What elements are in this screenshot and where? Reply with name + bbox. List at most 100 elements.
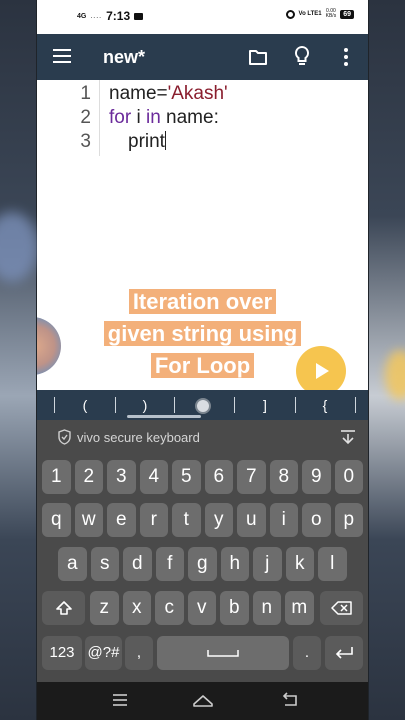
backspace-key[interactable] — [320, 591, 363, 625]
clock: 7:13 — [106, 9, 131, 23]
keyboard-collapse-icon[interactable] — [339, 429, 357, 445]
key-letter[interactable]: u — [237, 503, 266, 537]
shift-icon — [55, 601, 72, 615]
code-line-3[interactable]: print — [128, 130, 166, 154]
period-key[interactable]: . — [293, 636, 321, 670]
key-letter[interactable]: k — [285, 547, 314, 581]
backdrop-blur — [385, 350, 405, 400]
line-number: 2 — [80, 107, 91, 128]
shift-key[interactable] — [42, 591, 85, 625]
recent-apps-icon[interactable] — [111, 692, 129, 708]
key-letter[interactable]: f — [155, 547, 184, 581]
key-letter[interactable]: n — [252, 591, 281, 625]
battery-level: 69 — [340, 9, 354, 19]
key-letter[interactable]: y — [204, 503, 233, 537]
key-letter[interactable]: h — [220, 547, 249, 581]
key-letter[interactable]: x — [122, 591, 151, 625]
lightbulb-icon[interactable] — [292, 45, 312, 67]
key-number[interactable]: 1 — [42, 460, 71, 494]
code-keyword: for — [109, 107, 132, 128]
key-letter[interactable]: i — [269, 503, 298, 537]
key-number[interactable]: 9 — [302, 460, 331, 494]
cursor-handle[interactable] — [195, 398, 211, 414]
key-number[interactable]: 3 — [107, 460, 136, 494]
symbol-key[interactable]: ( — [65, 390, 105, 420]
keyboard-header: vivo secure keyboard — [37, 420, 368, 454]
code-text: i — [131, 107, 146, 128]
key-number[interactable]: 2 — [74, 460, 103, 494]
code-line-1[interactable]: name='Akash' — [109, 82, 228, 106]
caption-line: Iteration over — [37, 289, 368, 315]
code-text: print — [128, 131, 165, 152]
alarm-icon — [285, 9, 295, 19]
symbol-divider — [115, 397, 116, 413]
network-type: 4G — [77, 12, 87, 20]
key-letter[interactable]: q — [42, 503, 71, 537]
text-cursor — [164, 131, 166, 150]
space-icon — [207, 649, 239, 657]
key-letter[interactable]: b — [220, 591, 249, 625]
key-letter[interactable]: r — [139, 503, 168, 537]
space-key[interactable] — [157, 636, 289, 670]
key-number[interactable]: 6 — [204, 460, 233, 494]
key-letter[interactable]: o — [302, 503, 331, 537]
key-number[interactable]: 5 — [172, 460, 201, 494]
key-letter[interactable]: g — [188, 547, 217, 581]
shield-icon — [58, 429, 71, 445]
backspace-icon — [330, 601, 352, 615]
key-letter[interactable]: p — [334, 503, 363, 537]
backdrop-blur — [0, 212, 38, 282]
comma-key[interactable]: , — [125, 636, 153, 670]
numbers-key[interactable]: 123 — [42, 636, 82, 670]
more-options-icon[interactable] — [340, 46, 352, 68]
line-number: 1 — [80, 83, 91, 104]
code-line-2[interactable]: for i in name: — [109, 106, 219, 130]
symbol-divider — [174, 397, 175, 413]
key-letter[interactable]: a — [58, 547, 87, 581]
key-number[interactable]: 7 — [237, 460, 266, 494]
key-letter[interactable]: d — [123, 547, 152, 581]
app-toolbar: new* — [37, 34, 368, 80]
status-bar: 4G .... 7:13 Vo LTE1 0.00 KB/s 69 — [37, 0, 368, 34]
network-speed: 0.00 KB/s — [326, 9, 337, 19]
speed-unit: KB/s — [325, 13, 337, 19]
camera-icon — [134, 12, 144, 20]
key-letter[interactable]: c — [155, 591, 184, 625]
code-string: 'Akash' — [167, 83, 228, 104]
signal-dots: .... — [90, 12, 103, 20]
play-button[interactable] — [296, 346, 346, 396]
line-number: 3 — [80, 131, 91, 152]
symbol-divider — [295, 397, 296, 413]
key-number[interactable]: 8 — [269, 460, 298, 494]
backdrop-right — [369, 0, 405, 720]
enter-icon — [335, 647, 353, 659]
key-letter[interactable]: t — [172, 503, 201, 537]
key-letter[interactable]: w — [74, 503, 103, 537]
key-number[interactable]: 0 — [334, 460, 363, 494]
hamburger-menu-icon[interactable] — [53, 49, 71, 63]
key-letter[interactable]: v — [187, 591, 216, 625]
enter-key[interactable] — [325, 636, 363, 670]
folder-icon[interactable] — [248, 47, 268, 67]
key-letter[interactable]: l — [318, 547, 347, 581]
symbol-scrollbar[interactable] — [127, 415, 201, 418]
key-letter[interactable]: s — [90, 547, 119, 581]
key-letter[interactable]: m — [285, 591, 314, 625]
symbols-key[interactable]: @?# — [85, 636, 122, 670]
key-letter[interactable]: e — [107, 503, 136, 537]
key-number[interactable]: 4 — [139, 460, 168, 494]
back-icon[interactable] — [281, 692, 299, 708]
play-icon — [316, 363, 329, 379]
key-letter[interactable]: j — [253, 547, 282, 581]
navigation-bar — [37, 682, 368, 720]
home-icon[interactable] — [192, 692, 214, 708]
code-text: name: — [160, 107, 219, 128]
phone-screen: 4G .... 7:13 Vo LTE1 0.00 KB/s 69 new* 1… — [37, 0, 368, 720]
lte-indicator: Vo LTE1 — [298, 11, 322, 17]
symbol-key[interactable]: ] — [245, 390, 285, 420]
key-letter[interactable]: z — [90, 591, 119, 625]
symbol-divider — [234, 397, 235, 413]
symbol-key[interactable]: { — [305, 390, 345, 420]
code-keyword: in — [145, 107, 161, 128]
symbol-divider — [54, 397, 55, 413]
